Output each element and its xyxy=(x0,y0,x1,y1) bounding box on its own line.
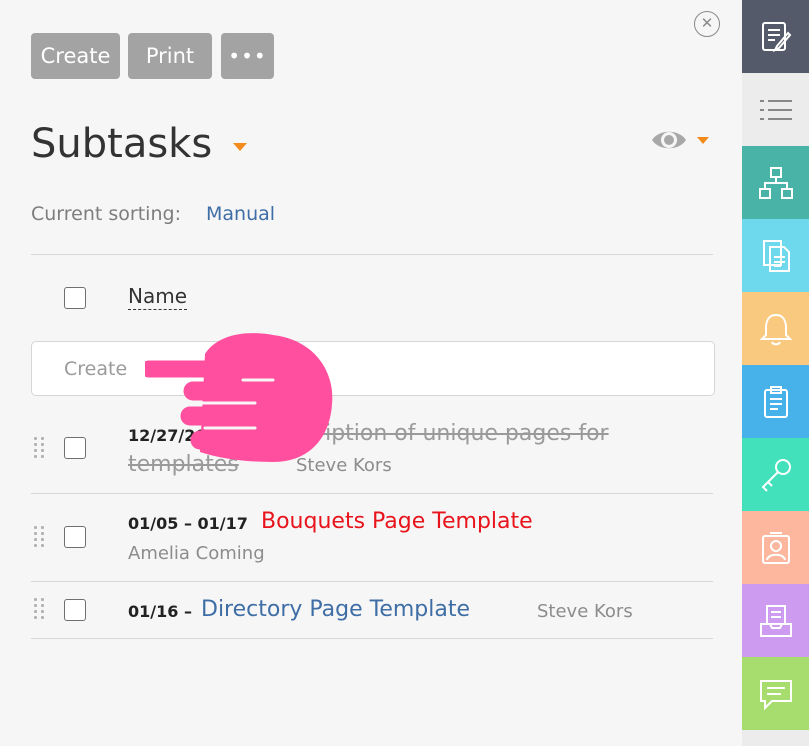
task-assignee[interactable]: Steve Kors xyxy=(537,601,633,622)
rail-item-notifications[interactable] xyxy=(742,292,809,365)
task-title[interactable]: Directory Page Template xyxy=(201,597,470,622)
rail-item-clipboard[interactable] xyxy=(742,365,809,438)
clipboard-icon xyxy=(763,385,788,418)
name-column-header[interactable]: Name xyxy=(128,283,188,310)
rail-item-documents[interactable] xyxy=(742,219,809,292)
print-button[interactable]: Print xyxy=(128,33,212,79)
row-checkbox[interactable] xyxy=(64,526,86,548)
eye-icon[interactable] xyxy=(650,126,688,154)
list-icon xyxy=(759,99,792,120)
rail-item-access[interactable] xyxy=(742,438,809,511)
rail-item-chat[interactable] xyxy=(742,657,809,730)
row-checkbox[interactable] xyxy=(64,437,86,459)
rail-item-contacts[interactable] xyxy=(742,511,809,584)
rail-item-list[interactable] xyxy=(742,73,809,146)
divider xyxy=(31,638,713,639)
task-title[interactable]: Description of unique pages for xyxy=(262,421,609,446)
hierarchy-icon xyxy=(758,166,793,199)
contact-card-icon xyxy=(761,531,790,564)
create-button[interactable]: Create xyxy=(31,33,120,79)
task-date: 01/16 – xyxy=(128,602,192,621)
task-date: 12/27/2019 – xyxy=(128,426,243,445)
drag-handle-icon[interactable] xyxy=(34,437,46,459)
rail-item-inbox[interactable] xyxy=(742,584,809,657)
view-dropdown-caret-icon[interactable] xyxy=(697,137,709,144)
rail-item-hierarchy[interactable] xyxy=(742,146,809,219)
sorting-mode-link[interactable]: Manual xyxy=(206,203,275,225)
task-title[interactable]: Bouquets Page Template xyxy=(261,509,533,534)
select-all-checkbox[interactable] xyxy=(64,287,86,309)
chat-bubble-icon xyxy=(759,679,792,710)
task-date: 01/05 – 01/17 xyxy=(128,514,248,533)
row-checkbox[interactable] xyxy=(64,599,86,621)
edit-note-icon xyxy=(761,21,791,52)
close-icon[interactable]: ✕ xyxy=(694,11,720,37)
task-assignee[interactable]: Steve Kors xyxy=(296,455,392,476)
key-icon xyxy=(761,458,791,492)
sorting-label: Current sorting: xyxy=(31,203,181,225)
task-assignee[interactable]: Amelia Coming xyxy=(128,543,265,564)
title-dropdown-caret-icon[interactable] xyxy=(233,143,247,151)
task-title-continued[interactable]: templates xyxy=(128,452,239,477)
create-subtask-input[interactable] xyxy=(31,341,715,396)
inbox-tray-icon xyxy=(759,604,792,637)
more-options-button[interactable]: ••• xyxy=(221,33,274,79)
page-title: Subtasks xyxy=(31,121,213,167)
right-sidebar xyxy=(742,0,809,746)
documents-icon xyxy=(762,239,790,272)
divider xyxy=(31,493,713,494)
drag-handle-icon[interactable] xyxy=(34,598,46,620)
divider xyxy=(31,254,713,255)
rail-item-edit[interactable] xyxy=(742,0,809,73)
divider xyxy=(31,581,713,582)
drag-handle-icon[interactable] xyxy=(34,526,46,548)
bell-icon xyxy=(759,313,792,345)
